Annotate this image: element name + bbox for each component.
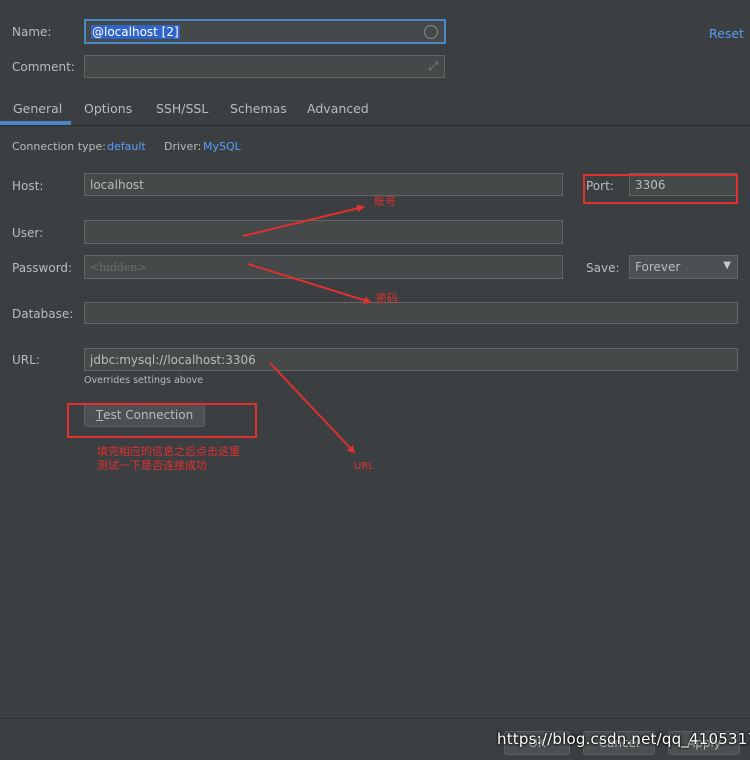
annotation-hint-line1: 填完相应的信息之后点击这里 [97,445,240,458]
account-arrow [242,204,365,237]
url-arrow [269,362,356,454]
annotation-password: 密码 [376,292,398,305]
annotation-arrows [242,204,372,454]
annotation-url: URL [354,461,374,472]
annotation-account: 账号 [374,195,396,208]
annotation-hint-line2: 测试一下是否连接成功 [97,459,207,472]
footer-divider [0,718,750,719]
watermark: https://blog.csdn.net/qq_41053179 [497,730,750,748]
password-arrow [247,263,372,305]
